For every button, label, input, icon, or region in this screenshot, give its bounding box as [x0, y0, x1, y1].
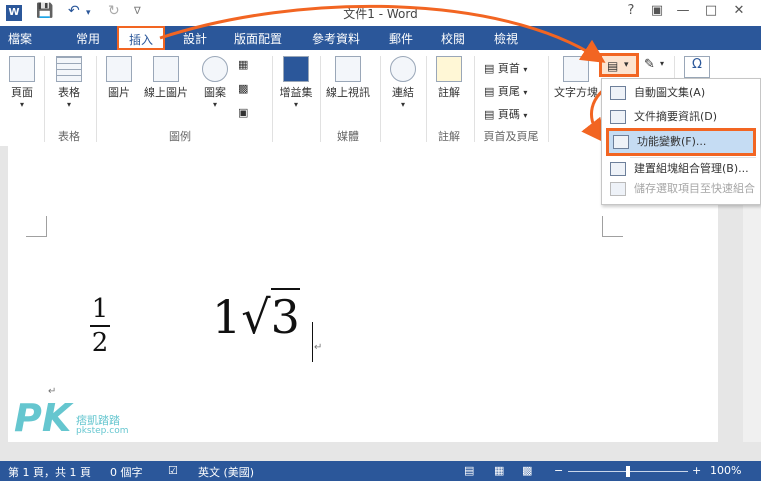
zoom-level[interactable]: 100% [710, 464, 741, 477]
status-page[interactable]: 第 1 頁，共 1 頁 [8, 464, 91, 480]
status-bar: 第 1 頁，共 1 頁 0 個字 ☑ 英文 (美國) ▤ ▦ ▩ − + 100… [0, 461, 761, 481]
web-layout-icon[interactable]: ▩ [522, 464, 532, 477]
building-blocks-icon [610, 162, 626, 176]
quick-parts-menu: 自動圖文集(A) 文件摘要資訊(D) 功能變數(F)... 建置組塊組合管理(B… [601, 78, 761, 205]
document-property-icon [610, 110, 626, 124]
proofing-icon[interactable]: ☑ [168, 464, 178, 477]
menu-item-autotext[interactable]: 自動圖文集(A) [606, 82, 756, 104]
menu-item-building-blocks[interactable]: 建置組塊組合管理(B)... [606, 158, 756, 180]
zoom-out-icon[interactable]: − [554, 464, 563, 477]
status-word-count[interactable]: 0 個字 [110, 464, 143, 480]
menu-item-document-property[interactable]: 文件摘要資訊(D) [606, 106, 756, 128]
annotation-arrows [159, 4, 617, 144]
zoom-slider-thumb[interactable] [626, 466, 630, 477]
zoom-in-icon[interactable]: + [692, 464, 701, 477]
arrow-icon [159, 4, 606, 63]
autotext-icon [610, 86, 626, 100]
read-mode-icon[interactable]: ▤ [464, 464, 474, 477]
menu-item-save-selection: 儲存選取項目至快速組合 [606, 178, 756, 200]
print-layout-icon[interactable]: ▦ [494, 464, 504, 477]
menu-item-field[interactable]: 功能變數(F)... [606, 128, 756, 156]
save-selection-icon [610, 182, 626, 196]
status-language[interactable]: 英文 (美國) [198, 464, 254, 480]
field-icon [613, 135, 629, 149]
